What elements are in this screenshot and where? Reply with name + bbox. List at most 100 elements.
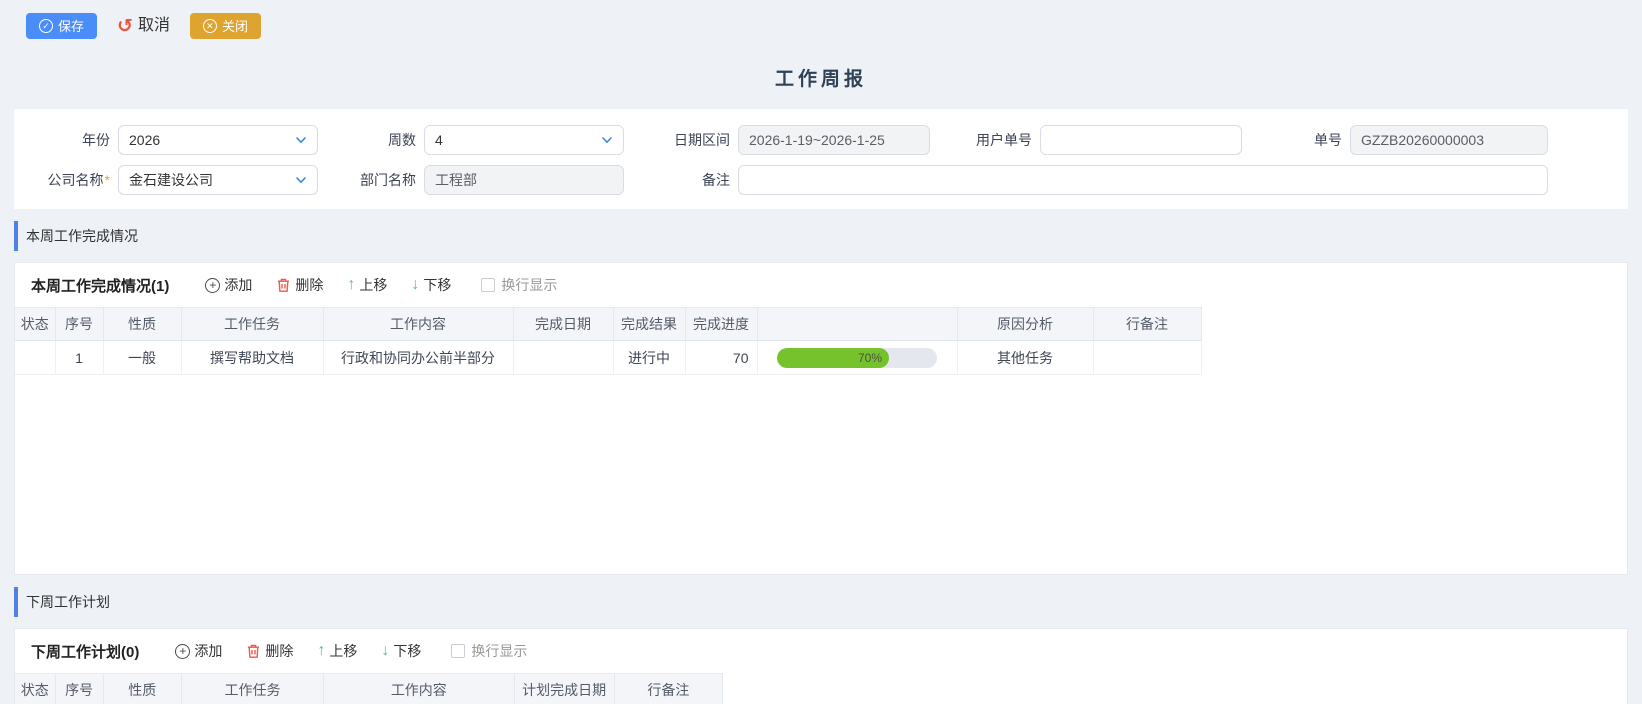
progress-fill: 70% (777, 348, 889, 368)
next-week-add-button[interactable]: + 添加 (173, 639, 224, 663)
year-value: 2026 (129, 132, 160, 148)
col-status: 状态 (15, 308, 55, 341)
order-no-value: GZZB20260000003 (1361, 132, 1484, 148)
plus-circle-icon: + (205, 278, 220, 293)
cell-reason[interactable]: 其他任务 (957, 341, 1093, 375)
cell-task[interactable]: 撰写帮助文档 (181, 341, 323, 375)
top-toolbar: ✓ 保存 ↺ 取消 ✕ 关闭 (0, 0, 1642, 52)
next-week-section-title: 下周工作计划 (26, 592, 110, 612)
date-range-value: 2026-1-19~2026-1-25 (749, 132, 885, 148)
company-label: 公司名称* (14, 170, 118, 190)
save-button-label: 保存 (58, 20, 84, 33)
cell-row-remark[interactable] (1093, 341, 1201, 375)
department-value: 工程部 (435, 170, 477, 190)
next-week-grid-panel: 下周工作计划(0) + 添加 删除 ↑ 上移 ↓ 下移 换行显示 状态 序 (14, 628, 1628, 704)
this-week-table: 状态 序号 性质 工作任务 工作内容 完成日期 完成结果 完成进度 原因分析 行… (15, 307, 1202, 375)
department-label: 部门名称 (318, 170, 424, 190)
cell-result[interactable]: 进行中 (613, 341, 685, 375)
wrap-checkbox[interactable] (481, 278, 495, 292)
week-label: 周数 (318, 130, 424, 150)
this-week-section-header: 本周工作完成情况 (0, 219, 1642, 252)
this-week-section-title: 本周工作完成情况 (26, 226, 138, 246)
next-week-move-up-button[interactable]: ↑ 上移 (315, 639, 359, 663)
save-button[interactable]: ✓ 保存 (26, 13, 97, 39)
cancel-button[interactable]: ↺ 取消 (115, 13, 172, 40)
col-seq: 序号 (55, 674, 103, 704)
order-no-label: 单号 (1242, 130, 1350, 150)
col-nature: 性质 (103, 674, 181, 704)
cell-status (15, 341, 55, 375)
col-progress: 完成进度 (685, 308, 757, 341)
arrow-up-icon: ↑ (347, 277, 355, 293)
company-value: 金石建设公司 (129, 170, 213, 190)
check-circle-icon: ✓ (39, 19, 53, 33)
user-order-no-field[interactable] (1040, 125, 1242, 155)
close-button[interactable]: ✕ 关闭 (190, 13, 261, 39)
user-order-no-label: 用户单号 (930, 130, 1040, 150)
page-title: 工作周报 (0, 52, 1642, 109)
required-asterisk: * (105, 172, 110, 188)
this-week-grid-title: 本周工作完成情况(1) (31, 275, 169, 296)
col-finish-date: 完成日期 (513, 308, 613, 341)
this-week-move-down-button[interactable]: ↓ 下移 (409, 273, 453, 297)
remark-input[interactable] (749, 172, 1537, 188)
cell-nature[interactable]: 一般 (103, 341, 181, 375)
year-select[interactable]: 2026 (118, 125, 318, 155)
arrow-up-icon: ↑ (317, 643, 325, 659)
progress-percent-label: 70% (858, 351, 882, 365)
next-week-move-down-button[interactable]: ↓ 下移 (379, 639, 423, 663)
section-accent-bar (14, 221, 18, 251)
this-week-move-up-button[interactable]: ↑ 上移 (345, 273, 389, 297)
col-nature: 性质 (103, 308, 181, 341)
department-field: 工程部 (424, 165, 624, 195)
cancel-button-label: 取消 (138, 18, 170, 34)
this-week-wrap-toggle[interactable]: 换行显示 (481, 275, 557, 295)
week-select[interactable]: 4 (424, 125, 624, 155)
col-result: 完成结果 (613, 308, 685, 341)
next-week-wrap-toggle[interactable]: 换行显示 (451, 641, 527, 661)
next-week-table: 状态 序号 性质 工作任务 工作内容 计划完成日期 行备注 (15, 673, 723, 704)
remark-label: 备注 (624, 170, 738, 190)
cell-progress[interactable]: 70 (685, 341, 757, 375)
date-range-field: 2026-1-19~2026-1-25 (738, 125, 930, 155)
chevron-down-icon (601, 134, 613, 146)
col-row-remark: 行备注 (1093, 308, 1201, 341)
company-select[interactable]: 金石建设公司 (118, 165, 318, 195)
col-seq: 序号 (55, 308, 103, 341)
col-plan-date: 计划完成日期 (514, 674, 614, 704)
week-value: 4 (435, 132, 443, 148)
date-range-label: 日期区间 (624, 130, 738, 150)
this-week-grid-panel: 本周工作完成情况(1) + 添加 删除 ↑ 上移 ↓ 下移 换行显示 状态 (14, 262, 1628, 575)
next-week-section-header: 下周工作计划 (0, 585, 1642, 618)
this-week-delete-button[interactable]: 删除 (274, 273, 325, 297)
header-form: 年份 2026 周数 4 日期区间 2026-1-19~2026-1-25 用户… (14, 109, 1628, 209)
next-week-table-header-row: 状态 序号 性质 工作任务 工作内容 计划完成日期 行备注 (15, 674, 723, 704)
next-week-delete-button[interactable]: 删除 (244, 639, 295, 663)
user-order-no-input[interactable] (1051, 132, 1231, 148)
col-task: 工作任务 (181, 308, 323, 341)
wrap-checkbox[interactable] (451, 644, 465, 658)
trash-icon (276, 277, 291, 293)
chevron-down-icon (295, 174, 307, 186)
cell-finish-date[interactable] (513, 341, 613, 375)
cell-content[interactable]: 行政和协同办公前半部分 (323, 341, 513, 375)
next-week-grid-title: 下周工作计划(0) (31, 641, 139, 662)
trash-icon (246, 643, 261, 659)
cell-progress-bar: 70% (757, 341, 957, 375)
table-row[interactable]: 1 一般 撰写帮助文档 行政和协同办公前半部分 进行中 70 70% 其他任务 (15, 341, 1201, 375)
col-status: 状态 (15, 674, 55, 704)
remark-field[interactable] (738, 165, 1548, 195)
chevron-down-icon (295, 134, 307, 146)
plus-circle-icon: + (175, 644, 190, 659)
close-button-label: 关闭 (222, 20, 248, 33)
order-no-field: GZZB20260000003 (1350, 125, 1548, 155)
progress-track: 70% (777, 348, 937, 368)
next-week-grid-toolbar: 下周工作计划(0) + 添加 删除 ↑ 上移 ↓ 下移 换行显示 (15, 629, 1627, 673)
arrow-down-icon: ↓ (411, 277, 419, 293)
undo-icon: ↺ (117, 17, 133, 36)
col-reason: 原因分析 (957, 308, 1093, 341)
col-content: 工作内容 (324, 674, 514, 704)
this-week-add-button[interactable]: + 添加 (203, 273, 254, 297)
cell-seq: 1 (55, 341, 103, 375)
col-progress-bar (757, 308, 957, 341)
